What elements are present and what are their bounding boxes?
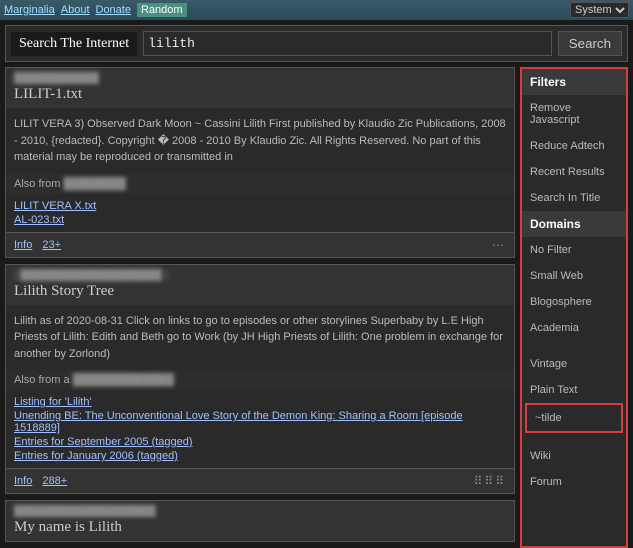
result-link[interactable]: Entries for January 2006 (tagged) [14,450,506,462]
result-title[interactable]: My name is Lilith [14,519,506,536]
result-url: ████████████ [14,73,506,84]
domain-academia[interactable]: Academia [522,315,626,341]
result-links: LILIT VERA X.txt AL-023.txt [6,194,514,232]
nav-donate[interactable]: Donate [96,4,131,16]
domain-plain-text[interactable]: Plain Text [522,377,626,403]
domain-tilde[interactable]: ~tilde [525,403,623,433]
result-link[interactable]: AL-023.txt [14,214,506,226]
result-info-link[interactable]: Info [14,239,32,251]
result-link[interactable]: Entries for September 2005 (tagged) [14,436,506,448]
result-snippet: Lilith as of 2020-08-31 Click on links t… [6,305,514,371]
result-card: ████████████ LILIT-1.txt LILIT VERA 3) O… [5,67,515,258]
search-button[interactable]: Search [558,31,622,56]
domain-no-filter[interactable]: No Filter [522,237,626,263]
filter-recent[interactable]: Recent Results [522,159,626,185]
nav-about[interactable]: About [61,4,90,16]
result-menu-icon[interactable]: ⠿⠿⠿ [474,474,506,488]
result-card: ████████████████████ My name is Lilith [5,500,515,542]
sidebar: Filters Remove Javascript Reduce Adtech … [520,67,628,548]
topbar: Marginalia About Donate Random System [0,0,633,20]
nav-random[interactable]: Random [137,3,187,17]
result-also: Also from ████████ [6,174,514,194]
filter-reduce-adtech[interactable]: Reduce Adtech [522,133,626,159]
domain-blogosphere[interactable]: Blogosphere [522,289,626,315]
result-info-link[interactable]: Info [14,475,32,487]
result-also: Also from a █████████████ [6,370,514,390]
domain-wiki[interactable]: Wiki [522,443,626,469]
domain-forum[interactable]: Forum [522,469,626,495]
result-url: { ████████████████████ } [14,270,506,281]
filter-search-title[interactable]: Search In Title [522,185,626,211]
searchbar: Search The Internet Search [5,25,628,62]
search-title: Search The Internet [11,32,137,56]
results: ████████████ LILIT-1.txt LILIT VERA 3) O… [5,67,515,548]
result-title[interactable]: Lilith Story Tree [14,283,506,300]
result-snippet: LILIT VERA 3) Observed Dark Moon ~ Cassi… [6,108,514,174]
result-count-link[interactable]: 288+ [42,475,67,487]
domain-small-web[interactable]: Small Web [522,263,626,289]
result-menu-icon[interactable]: ⋯ [492,238,506,252]
result-link[interactable]: Listing for 'Lilith' [14,396,506,408]
sidebar-section-domains: Domains [522,211,626,237]
result-title[interactable]: LILIT-1.txt [14,86,506,103]
result-count-link[interactable]: 23+ [42,239,61,251]
sidebar-section-filters: Filters [522,69,626,95]
result-link[interactable]: LILIT VERA X.txt [14,200,506,212]
nav-marginalia[interactable]: Marginalia [4,4,55,16]
result-links: Listing for 'Lilith' Unending BE: The Un… [6,390,514,468]
search-input[interactable] [143,31,552,56]
result-link[interactable]: Unending BE: The Unconventional Love Sto… [14,410,506,434]
theme-select[interactable]: System [570,2,629,18]
result-url: ████████████████████ [14,506,506,517]
filter-remove-js[interactable]: Remove Javascript [522,95,626,133]
result-card: { ████████████████████ } Lilith Story Tr… [5,264,515,495]
domain-vintage[interactable]: Vintage [522,351,626,377]
